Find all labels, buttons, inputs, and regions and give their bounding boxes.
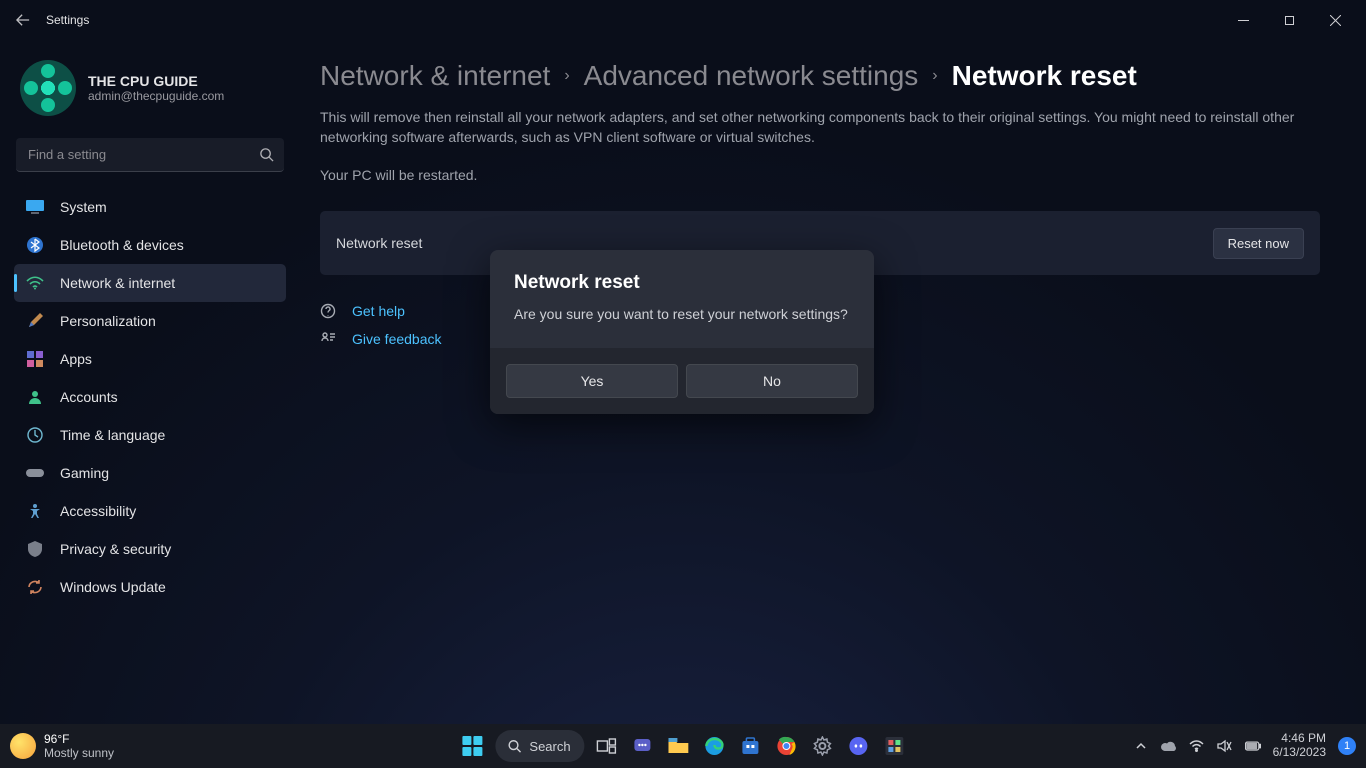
file-explorer-icon[interactable] [665, 732, 693, 760]
profile-block[interactable]: THE CPU GUIDE admin@thecpuguide.com [14, 50, 286, 134]
search-icon [259, 147, 274, 162]
feedback-icon [320, 331, 338, 347]
confirm-dialog: Network reset Are you sure you want to r… [490, 250, 874, 414]
dialog-title: Network reset [514, 272, 850, 294]
battery-icon[interactable] [1245, 738, 1261, 754]
apps-icon [26, 350, 44, 368]
help-icon [320, 303, 338, 319]
settings-taskbar-icon[interactable] [809, 732, 837, 760]
weather-icon [10, 733, 36, 759]
sidebar-item-network[interactable]: Network & internet [14, 264, 286, 302]
sidebar-item-label: Privacy & security [60, 541, 171, 557]
breadcrumb: Network & internet › Advanced network se… [320, 60, 1326, 92]
volume-icon[interactable] [1217, 738, 1233, 754]
weather-condition: Mostly sunny [44, 746, 114, 760]
maximize-button[interactable] [1266, 5, 1312, 35]
dialog-yes-button[interactable]: Yes [506, 364, 678, 398]
restart-note: Your PC will be restarted. [320, 167, 1326, 183]
monitor-icon [26, 198, 44, 216]
sidebar-item-privacy[interactable]: Privacy & security [14, 530, 286, 568]
edge-icon[interactable] [701, 732, 729, 760]
sidebar-item-time-language[interactable]: Time & language [14, 416, 286, 454]
sidebar-item-label: Bluetooth & devices [60, 237, 184, 253]
back-button[interactable] [8, 5, 38, 35]
breadcrumb-current: Network reset [952, 60, 1137, 92]
person-icon [26, 388, 44, 406]
clock-globe-icon [26, 426, 44, 444]
reset-now-button[interactable]: Reset now [1213, 228, 1304, 259]
wifi-icon [26, 274, 44, 292]
clock[interactable]: 4:46 PM 6/13/2023 [1273, 732, 1326, 760]
task-view-icon[interactable] [593, 732, 621, 760]
sidebar-item-label: Windows Update [60, 579, 166, 595]
weather-widget[interactable]: 96°F Mostly sunny [10, 732, 114, 761]
sidebar-item-gaming[interactable]: Gaming [14, 454, 286, 492]
search-input[interactable] [16, 138, 284, 172]
chevron-right-icon: › [564, 67, 569, 85]
notification-badge[interactable]: 1 [1338, 737, 1356, 755]
app-icon[interactable] [881, 732, 909, 760]
taskbar: 96°F Mostly sunny Search 4:46 PM 6/13/20… [0, 724, 1366, 768]
chat-icon[interactable] [629, 732, 657, 760]
sidebar-item-accounts[interactable]: Accounts [14, 378, 286, 416]
sidebar-item-label: Time & language [60, 427, 165, 443]
app-title: Settings [46, 13, 89, 27]
profile-email: admin@thecpuguide.com [88, 89, 224, 103]
onedrive-icon[interactable] [1161, 738, 1177, 754]
start-button[interactable] [457, 731, 487, 761]
gamepad-icon [26, 464, 44, 482]
dialog-no-button[interactable]: No [686, 364, 858, 398]
minimize-button[interactable] [1220, 5, 1266, 35]
taskbar-search[interactable]: Search [495, 730, 584, 762]
update-icon [26, 578, 44, 596]
breadcrumb-link[interactable]: Advanced network settings [584, 60, 919, 92]
page-description: This will remove then reinstall all your… [320, 108, 1320, 147]
clock-time: 4:46 PM [1273, 732, 1326, 746]
paintbrush-icon [26, 312, 44, 330]
sidebar-item-label: Accessibility [60, 503, 136, 519]
wifi-tray-icon[interactable] [1189, 738, 1205, 754]
sidebar: THE CPU GUIDE admin@thecpuguide.com Syst… [0, 40, 300, 724]
taskbar-search-label: Search [529, 739, 570, 754]
search-icon [507, 739, 521, 753]
sidebar-item-windows-update[interactable]: Windows Update [14, 568, 286, 606]
dialog-message: Are you sure you want to reset your netw… [514, 306, 850, 322]
sidebar-item-label: Personalization [60, 313, 156, 329]
shield-icon [26, 540, 44, 558]
sidebar-item-label: Apps [60, 351, 92, 367]
chevron-right-icon: › [932, 67, 937, 85]
sidebar-item-label: Network & internet [60, 275, 175, 291]
sidebar-item-label: System [60, 199, 107, 215]
tray-chevron-icon[interactable] [1133, 738, 1149, 754]
card-label: Network reset [336, 235, 422, 251]
titlebar: Settings [0, 0, 1366, 40]
search-box [16, 138, 284, 172]
sidebar-item-accessibility[interactable]: Accessibility [14, 492, 286, 530]
accessibility-icon [26, 502, 44, 520]
store-icon[interactable] [737, 732, 765, 760]
discord-icon[interactable] [845, 732, 873, 760]
profile-name: THE CPU GUIDE [88, 73, 224, 89]
clock-date: 6/13/2023 [1273, 746, 1326, 760]
bluetooth-icon [26, 236, 44, 254]
close-button[interactable] [1312, 5, 1358, 35]
link-label: Give feedback [352, 331, 442, 347]
sidebar-item-label: Accounts [60, 389, 118, 405]
avatar [20, 60, 76, 116]
weather-temperature: 96°F [44, 732, 114, 746]
link-label: Get help [352, 303, 405, 319]
sidebar-item-apps[interactable]: Apps [14, 340, 286, 378]
sidebar-item-bluetooth[interactable]: Bluetooth & devices [14, 226, 286, 264]
chrome-icon[interactable] [773, 732, 801, 760]
sidebar-item-personalization[interactable]: Personalization [14, 302, 286, 340]
sidebar-item-system[interactable]: System [14, 188, 286, 226]
breadcrumb-link[interactable]: Network & internet [320, 60, 550, 92]
sidebar-item-label: Gaming [60, 465, 109, 481]
